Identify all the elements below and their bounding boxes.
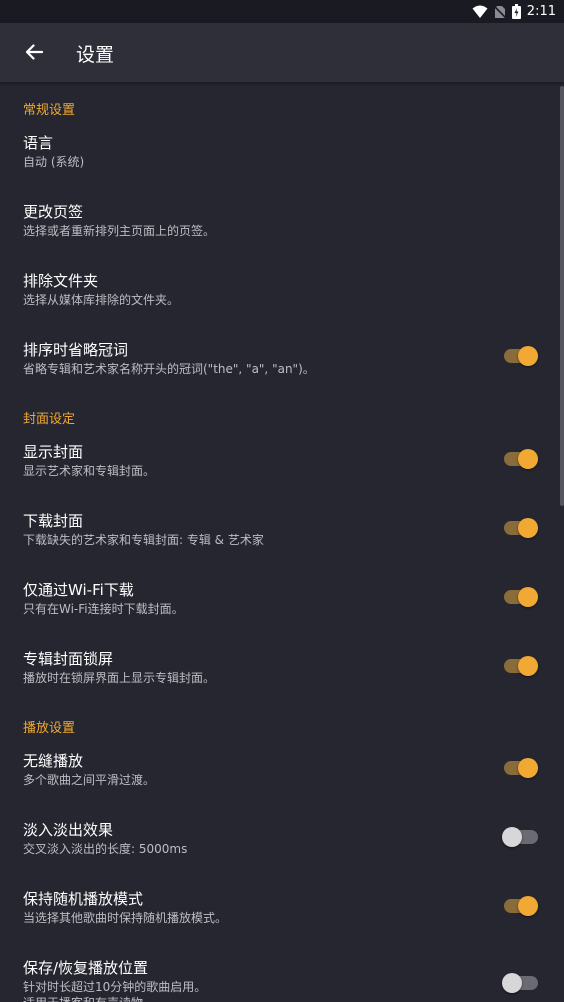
pref-crossfade[interactable]: 淡入淡出效果 交叉淡入淡出的长度: 5000ms [0, 819, 564, 869]
pref-ignore-articles[interactable]: 排序时省略冠词 省略专辑和艺术家名称开头的冠词("the", "a", "an"… [0, 339, 564, 389]
pref-summary: 交叉淡入淡出的长度: 5000ms [23, 842, 188, 856]
status-icons: 2:11 [472, 3, 556, 20]
pref-title: 保持随机播放模式 [23, 890, 144, 908]
pref-summary: 针对时长超过10分钟的歌曲启用。 [23, 980, 207, 994]
gapless-toggle[interactable] [504, 758, 538, 778]
pref-exclude-folders[interactable]: 排除文件夹 选择从媒体库排除的文件夹。 [0, 270, 564, 320]
pref-title: 排除文件夹 [23, 272, 99, 290]
toggle-thumb [502, 973, 522, 993]
toggle-thumb [518, 656, 538, 676]
pref-title: 下载封面 [23, 512, 84, 530]
pref-download-covers[interactable]: 下载封面 下载缺失的艺术家和专辑封面: 专辑 & 艺术家 [0, 510, 564, 560]
pref-wifi-only[interactable]: 仅通过Wi-Fi下载 只有在Wi-Fi连接时下载封面。 [0, 579, 564, 629]
pref-summary: 下载缺失的艺术家和专辑封面: 专辑 & 艺术家 [23, 533, 264, 547]
toggle-thumb [518, 896, 538, 916]
status-bar: 2:11 [0, 0, 564, 23]
lockscreen-cover-toggle[interactable] [504, 656, 538, 676]
pref-language[interactable]: 语言 自动 (系统) [0, 132, 564, 182]
pref-title: 仅通过Wi-Fi下载 [23, 581, 134, 599]
section-header-general: 常规设置 [23, 103, 76, 118]
download-covers-toggle[interactable] [504, 518, 538, 538]
pref-title: 保存/恢复播放位置 [23, 959, 149, 977]
pref-summary: 播放时在锁屏界面上显示专辑封面。 [23, 671, 216, 685]
wifi-icon [472, 5, 488, 18]
show-covers-toggle[interactable] [504, 449, 538, 469]
pref-title: 显示封面 [23, 443, 84, 461]
scrollbar[interactable] [560, 86, 564, 506]
toggle-thumb [518, 449, 538, 469]
pref-title: 淡入淡出效果 [23, 821, 114, 839]
pref-keep-shuffle[interactable]: 保持随机播放模式 当选择其他歌曲时保持随机播放模式。 [0, 888, 564, 938]
pref-title: 排序时省略冠词 [23, 341, 129, 359]
pref-title: 更改页签 [23, 203, 84, 221]
section-header-cover: 封面设定 [23, 412, 76, 427]
toggle-thumb [518, 587, 538, 607]
pref-gapless[interactable]: 无缝播放 多个歌曲之间平滑过渡。 [0, 750, 564, 800]
toggle-thumb [518, 758, 538, 778]
wifi-only-toggle[interactable] [504, 587, 538, 607]
pref-title: 无缝播放 [23, 752, 84, 770]
toggle-thumb [518, 346, 538, 366]
pref-show-covers[interactable]: 显示封面 显示艺术家和专辑封面。 [0, 441, 564, 491]
pref-summary: 当选择其他歌曲时保持随机播放模式。 [23, 911, 228, 925]
pref-title: 专辑封面锁屏 [23, 650, 114, 668]
pref-summary: 选择或者重新排列主页面上的页签。 [23, 224, 216, 238]
arrow-left-icon [25, 44, 43, 60]
toggle-thumb [518, 518, 538, 538]
app-bar: 设置 [0, 23, 564, 82]
ignore-articles-toggle[interactable] [504, 346, 538, 366]
pref-summary: 自动 (系统) [23, 155, 85, 169]
crossfade-toggle[interactable] [502, 827, 538, 847]
pref-save-position[interactable]: 保存/恢复播放位置 针对时长超过10分钟的歌曲启用。 适用于播客和有声读物。 [0, 957, 564, 1002]
pref-change-tabs[interactable]: 更改页签 选择或者重新排列主页面上的页签。 [0, 201, 564, 251]
toggle-thumb [502, 827, 522, 847]
keep-shuffle-toggle[interactable] [504, 896, 538, 916]
page-title: 设置 [76, 44, 115, 66]
pref-summary: 省略专辑和艺术家名称开头的冠词("the", "a", "an")。 [23, 362, 315, 376]
pref-summary: 显示艺术家和专辑封面。 [23, 464, 156, 478]
pref-lockscreen-cover[interactable]: 专辑封面锁屏 播放时在锁屏界面上显示专辑封面。 [0, 648, 564, 698]
no-sim-icon [493, 4, 506, 19]
pref-summary: 选择从媒体库排除的文件夹。 [23, 293, 180, 307]
pref-summary: 多个歌曲之间平滑过渡。 [23, 773, 156, 787]
save-position-toggle[interactable] [502, 973, 538, 993]
back-button[interactable] [14, 32, 54, 72]
battery-icon [511, 4, 521, 19]
section-header-playback: 播放设置 [23, 721, 76, 736]
pref-summary-secondary: 适用于播客和有声读物。 [23, 994, 155, 1002]
pref-title: 语言 [23, 134, 54, 152]
settings-list[interactable]: 常规设置 语言 自动 (系统) 更改页签 选择或者重新排列主页面上的页签。 排除… [0, 82, 564, 1002]
status-time: 2:11 [526, 4, 556, 19]
pref-summary: 只有在Wi-Fi连接时下载封面。 [23, 602, 184, 616]
